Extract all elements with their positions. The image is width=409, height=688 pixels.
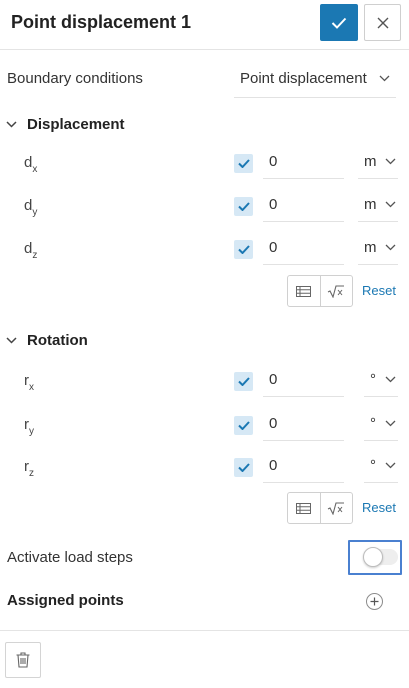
chevron-down-icon xyxy=(385,201,396,208)
formula-button[interactable] xyxy=(319,276,352,306)
check-icon xyxy=(237,463,250,472)
dx-unit-select[interactable]: m xyxy=(358,147,398,179)
rotation-tools xyxy=(287,492,353,524)
confirm-button[interactable] xyxy=(320,4,358,41)
rx-unit-select[interactable]: ° xyxy=(364,365,398,397)
rx-label: rx xyxy=(24,372,34,393)
boundary-conditions-label: Boundary conditions xyxy=(7,70,143,87)
chevron-down-icon xyxy=(385,462,396,469)
ry-unit-select[interactable]: ° xyxy=(364,409,398,441)
assigned-points-label: Assigned points xyxy=(7,592,124,609)
displacement-reset-link[interactable]: Reset xyxy=(362,283,396,298)
dz-label: dz xyxy=(24,240,38,261)
boundary-conditions-value: Point displacement xyxy=(240,70,367,87)
chevron-down-icon xyxy=(385,158,396,165)
dx-checkbox[interactable] xyxy=(234,154,253,173)
displacement-section-toggle[interactable]: Displacement xyxy=(6,112,125,136)
rz-checkbox[interactable] xyxy=(234,458,253,477)
trash-icon xyxy=(16,652,30,668)
chevron-down-icon xyxy=(6,120,17,128)
load-steps-toggle[interactable] xyxy=(363,547,398,567)
check-icon xyxy=(331,17,347,29)
add-assignment-button[interactable] xyxy=(366,593,383,610)
table-value-button[interactable] xyxy=(288,493,320,523)
check-icon xyxy=(237,421,250,430)
page-title: Point displacement 1 xyxy=(11,12,192,32)
chevron-down-icon xyxy=(6,336,17,344)
rotation-section-label: Rotation xyxy=(27,331,88,349)
check-icon xyxy=(237,202,250,211)
rotation-reset-link[interactable]: Reset xyxy=(362,500,396,515)
table-icon xyxy=(296,502,312,514)
panel-header: Point displacement 1 xyxy=(0,0,409,50)
formula-button[interactable] xyxy=(319,493,352,523)
displacement-tools xyxy=(287,275,353,307)
rx-input[interactable]: 0 xyxy=(263,365,344,397)
chevron-down-icon xyxy=(379,75,390,82)
rz-label: rz xyxy=(24,458,34,479)
dz-checkbox[interactable] xyxy=(234,240,253,259)
check-icon xyxy=(237,245,250,254)
table-icon xyxy=(296,285,312,297)
dx-input[interactable]: 0 xyxy=(263,147,344,179)
load-steps-label: Activate load steps xyxy=(7,549,133,566)
dy-unit-select[interactable]: m xyxy=(358,190,398,222)
square-root-icon xyxy=(328,501,345,515)
panel-footer xyxy=(0,630,409,688)
dy-label: dy xyxy=(24,197,38,218)
displacement-section-label: Displacement xyxy=(27,115,125,133)
close-icon xyxy=(377,17,388,28)
ry-label: ry xyxy=(24,416,34,437)
chevron-down-icon xyxy=(385,420,396,427)
rotation-section-toggle[interactable]: Rotation xyxy=(6,328,88,352)
square-root-icon xyxy=(328,284,345,298)
dx-label: dx xyxy=(24,154,38,175)
close-button[interactable] xyxy=(364,4,401,41)
check-icon xyxy=(237,159,250,168)
boundary-conditions-select[interactable]: Point displacement xyxy=(234,64,396,98)
dy-input[interactable]: 0 xyxy=(263,190,344,222)
delete-button[interactable] xyxy=(5,642,41,678)
dz-unit-select[interactable]: m xyxy=(358,233,398,265)
dy-checkbox[interactable] xyxy=(234,197,253,216)
table-value-button[interactable] xyxy=(288,276,320,306)
chevron-down-icon xyxy=(385,244,396,251)
check-icon xyxy=(237,377,250,386)
rz-unit-select[interactable]: ° xyxy=(364,451,398,483)
rx-checkbox[interactable] xyxy=(234,372,253,391)
ry-checkbox[interactable] xyxy=(234,416,253,435)
ry-input[interactable]: 0 xyxy=(263,409,344,441)
plus-icon xyxy=(370,597,379,606)
toggle-knob xyxy=(363,547,383,567)
rz-input[interactable]: 0 xyxy=(263,451,344,483)
dz-input[interactable]: 0 xyxy=(263,233,344,265)
chevron-down-icon xyxy=(385,376,396,383)
